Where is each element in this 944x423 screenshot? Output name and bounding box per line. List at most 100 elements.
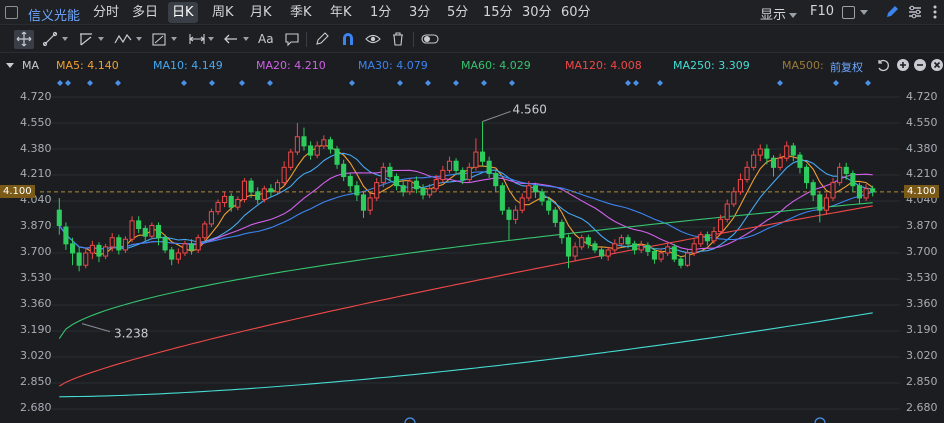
candle-body	[850, 172, 856, 187]
candle-body	[770, 157, 777, 168]
candle-body	[665, 246, 671, 254]
candle-body	[175, 252, 181, 260]
event-marker-icon	[453, 80, 459, 86]
candle-body	[605, 249, 611, 257]
candle-body	[189, 243, 195, 251]
candle-body	[519, 197, 525, 211]
candle-body	[830, 182, 836, 199]
candle-body	[407, 180, 413, 193]
ma250-line	[59, 312, 873, 398]
candle-body	[506, 209, 512, 220]
candle-body	[268, 188, 274, 193]
candle-body	[777, 157, 783, 168]
high-annotation-leader	[482, 110, 511, 122]
candle-body	[321, 139, 327, 147]
candle-body	[427, 188, 433, 196]
candle-body	[764, 148, 770, 159]
candle-body	[552, 209, 558, 223]
event-marker-icon	[425, 80, 431, 86]
candle-body	[592, 243, 598, 251]
candle-body	[645, 244, 651, 252]
event-marker-icon	[397, 80, 403, 86]
event-marker-icon	[87, 80, 93, 86]
event-marker-icon	[833, 80, 839, 86]
candle-body	[155, 224, 162, 239]
candle-body	[341, 163, 347, 178]
candle-body	[744, 166, 750, 181]
candle-body	[334, 148, 340, 165]
candle-body	[638, 244, 644, 251]
candle-body	[625, 237, 631, 245]
candle-body	[413, 180, 419, 190]
candle-body	[784, 145, 790, 159]
low-price-label: 3.238	[114, 327, 148, 341]
candle-body	[460, 169, 466, 181]
candle-body	[618, 237, 624, 245]
candle-body	[612, 243, 618, 251]
candle-body	[162, 237, 168, 251]
candle-body	[360, 194, 367, 211]
candle-body	[241, 180, 248, 200]
candle-body	[228, 195, 234, 208]
candle-body	[446, 160, 453, 171]
event-marker-icon	[509, 80, 515, 86]
candlestick-chart[interactable]: 4.560 3.238	[0, 0, 944, 423]
candle-body	[704, 234, 710, 242]
candle-body	[863, 188, 869, 199]
candle-body	[354, 185, 360, 196]
event-marker-icon	[657, 80, 663, 86]
candle-body	[572, 246, 578, 257]
candle-body	[790, 145, 796, 156]
candle-body	[837, 166, 843, 184]
candle-body	[288, 151, 294, 168]
event-marker-icon	[267, 80, 273, 86]
candle-body	[76, 252, 82, 266]
candle-body	[539, 191, 545, 202]
candle-body	[797, 154, 803, 168]
candle-body	[208, 211, 214, 225]
candle-body	[83, 252, 89, 266]
candle-body	[737, 179, 743, 193]
candle-body	[479, 151, 486, 162]
candle-body	[202, 223, 208, 239]
candle-body	[526, 185, 532, 199]
candle-body	[810, 182, 816, 196]
candle-body	[486, 160, 492, 174]
candle-body	[724, 203, 730, 220]
candle-body	[182, 243, 188, 254]
candle-body	[347, 176, 353, 187]
candle-body	[149, 224, 155, 237]
candle-body	[546, 200, 552, 211]
event-marker-icon	[57, 80, 63, 86]
candle-body	[466, 166, 472, 181]
candle-body	[559, 221, 565, 239]
candle-body	[651, 250, 658, 260]
candle-body	[440, 169, 446, 181]
candle-body	[731, 191, 737, 205]
event-marker-icon	[481, 80, 487, 86]
candle-body	[261, 188, 267, 200]
candle-body	[499, 185, 505, 211]
event-marker-icon	[115, 80, 121, 86]
event-marker-icon	[625, 80, 631, 86]
candle-body	[532, 185, 538, 193]
candle-body	[698, 234, 704, 245]
candle-body	[585, 237, 591, 245]
candle-body	[308, 145, 314, 156]
candle-body	[129, 220, 135, 240]
candle-body	[804, 166, 810, 184]
candle-body	[281, 166, 287, 184]
candle-body	[169, 249, 175, 260]
candle-body	[678, 258, 684, 266]
candle-body	[387, 166, 393, 178]
candle-body	[817, 194, 823, 211]
candle-body	[222, 195, 228, 204]
candle-body	[142, 228, 148, 237]
candle-body	[823, 197, 829, 211]
event-marker-icon	[865, 80, 871, 86]
ma10-line	[58, 152, 873, 254]
event-marker-icon	[65, 80, 71, 86]
candle-body	[122, 238, 128, 251]
candle-body	[420, 188, 426, 196]
candle-body	[367, 197, 373, 211]
